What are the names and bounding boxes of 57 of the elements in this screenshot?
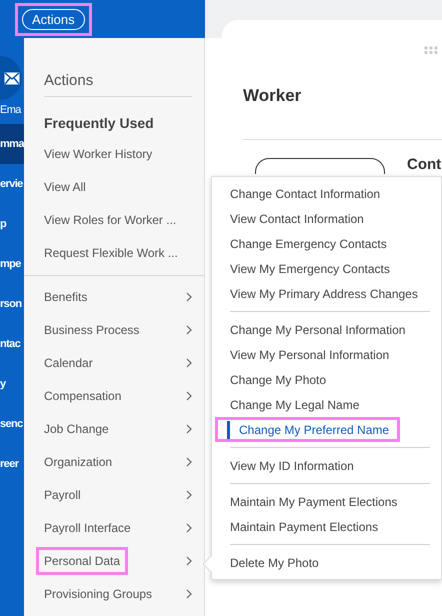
chevron-right-icon xyxy=(186,588,192,598)
submenu-item[interactable]: Change My Preferred Name xyxy=(215,417,400,442)
chevron-right-icon xyxy=(186,456,192,466)
column-heading: Cont xyxy=(407,156,442,173)
section-heading: Frequently Used xyxy=(44,115,155,131)
actions-button[interactable]: Actions xyxy=(22,8,85,30)
sidebar-item[interactable]: reer xyxy=(0,444,24,484)
chevron-right-icon xyxy=(186,490,192,500)
sidebar-item[interactable]: rson xyxy=(0,284,24,324)
sidebar-item[interactable]: mpe xyxy=(0,244,24,284)
category-item[interactable]: Job Change xyxy=(36,414,117,442)
submenu-item[interactable]: View My Personal Information xyxy=(215,342,400,367)
submenu-item[interactable]: View My Primary Address Changes xyxy=(215,281,429,306)
mail-button[interactable] xyxy=(0,56,22,100)
category-item[interactable]: Compensation xyxy=(36,382,130,410)
submenu-item[interactable]: Change Emergency Contacts xyxy=(215,231,398,256)
category-item[interactable]: Calendar xyxy=(36,348,101,376)
category-item[interactable]: Benefits xyxy=(36,282,96,310)
chevron-right-icon xyxy=(186,358,192,368)
menu-item[interactable]: View All xyxy=(44,170,192,203)
menu-item[interactable]: View Worker History xyxy=(44,137,192,170)
category-item[interactable]: Provisioning Groups xyxy=(36,580,160,608)
submenu-item[interactable]: View My Emergency Contacts xyxy=(215,256,401,281)
submenu-item[interactable]: View Contact Information xyxy=(215,206,375,231)
chevron-right-icon xyxy=(186,324,192,334)
chevron-right-icon xyxy=(186,390,192,400)
chevron-right-icon xyxy=(186,292,192,302)
panel-title: Actions xyxy=(44,72,192,97)
menu-item[interactable]: Request Flexible Work ... xyxy=(44,236,192,269)
pill-button[interactable] xyxy=(255,158,385,174)
category-item[interactable]: Business Process xyxy=(36,316,148,344)
submenu-item[interactable]: Change Contact Information xyxy=(215,181,392,206)
menu-item[interactable]: View Roles for Worker ... xyxy=(44,203,192,236)
sidebar-item[interactable]: ervie xyxy=(0,164,24,204)
category-item[interactable]: Organization xyxy=(36,448,120,476)
submenu-item[interactable]: Change My Legal Name xyxy=(215,392,370,417)
category-item[interactable]: Payroll xyxy=(36,480,89,508)
submenu-item[interactable]: Change My Personal Information xyxy=(215,317,416,342)
mail-icon xyxy=(4,72,20,84)
sidebar-item[interactable]: ntac xyxy=(0,324,24,364)
sidebar-item[interactable]: mma xyxy=(0,124,24,164)
sidebar-label: Ema xyxy=(0,104,21,116)
chevron-right-icon xyxy=(186,522,192,532)
panel-title: Worker xyxy=(243,86,442,140)
drag-handle-icon[interactable] xyxy=(424,46,438,54)
submenu-item[interactable]: Change My Photo xyxy=(215,367,338,392)
sidebar-item[interactable]: y xyxy=(0,364,24,404)
chevron-right-icon xyxy=(186,424,192,434)
submenu-item[interactable]: Maintain Payment Elections xyxy=(215,514,390,539)
category-item[interactable]: Personal Data xyxy=(36,546,128,574)
submenu-item[interactable]: Delete My Photo xyxy=(215,550,330,575)
submenu-item[interactable]: View My ID Information xyxy=(215,453,365,478)
sidebar-item[interactable]: senc xyxy=(0,404,24,444)
chevron-right-icon xyxy=(186,556,192,566)
sidebar-item[interactable]: p xyxy=(0,204,24,244)
category-item[interactable]: Payroll Interface xyxy=(36,514,139,542)
submenu-item[interactable]: Maintain My Payment Elections xyxy=(215,489,408,514)
